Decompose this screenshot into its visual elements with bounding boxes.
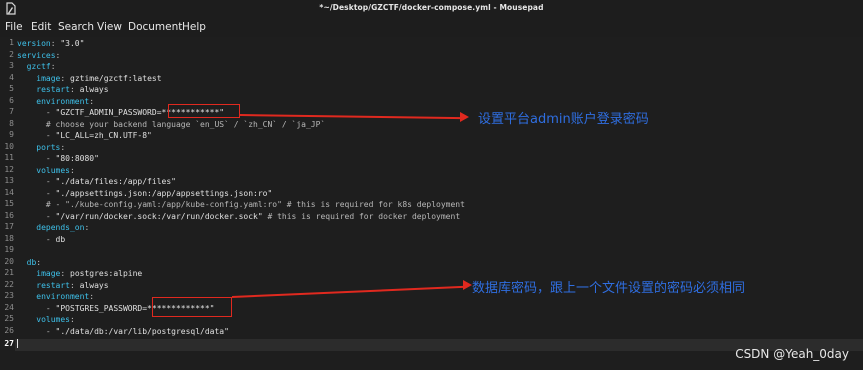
yaml-key: db [26, 257, 37, 267]
line-number: 4 [9, 72, 14, 82]
line-number: 22 [4, 279, 14, 289]
line-number: 17 [4, 222, 14, 231]
code-line: depends_on: [36, 223, 90, 232]
text-editor-area[interactable]: 1 2 3 4 5 6 7 8 9 10 11 12 13 14 15 16 1… [0, 37, 863, 370]
db-password-arrow-head-icon [463, 280, 472, 290]
yaml-value: "./data/files:/app/files" [55, 177, 176, 186]
line-number: 16 [4, 210, 14, 220]
code-line: # - "./kube-config.yaml:/app/kube-config… [17, 199, 465, 210]
window-title: *~/Desktop/GZCTF/docker-compose.yml - Mo… [319, 3, 544, 12]
line-number: 21 [4, 268, 14, 277]
yaml-value: always [79, 85, 109, 94]
menu-document[interactable]: Document [128, 21, 182, 33]
yaml-value: "/var/run/docker.sock:/var/run/docker.so… [55, 211, 263, 221]
code-line: - "./data/db:/var/lib/postgresql/data" [45, 326, 229, 336]
yaml-key: gzctf [26, 62, 51, 71]
line-number: 19 [4, 245, 14, 254]
code-line: db: [26, 257, 42, 267]
yaml-key: image [36, 269, 61, 278]
line-number: 13 [4, 176, 14, 185]
yaml-key: environment [36, 96, 90, 106]
admin-password-arrow-head-icon [460, 112, 469, 122]
line-number: 6 [9, 95, 14, 105]
text-cursor [17, 339, 18, 348]
code-line: restart: always [36, 280, 109, 290]
code-line: - "LC_ALL=zh_CN.UTF-8" [45, 131, 152, 140]
code-line: version: "3.0" [17, 39, 85, 48]
line-number: 26 [4, 325, 14, 335]
line-number: 24 [4, 302, 14, 312]
yaml-value: always [79, 280, 109, 290]
line-number: 23 [4, 291, 14, 300]
menu-view[interactable]: View [97, 21, 122, 33]
line-number: 5 [9, 84, 14, 93]
yaml-value: gztime/gzctf:latest [70, 73, 162, 83]
yaml-value: "LC_ALL=zh_CN.UTF-8" [55, 131, 152, 140]
yaml-key: restart [36, 280, 70, 290]
line-number: 3 [9, 61, 14, 70]
yaml-comment: # this is required for docker deployment [262, 211, 461, 221]
code-line: volumes: [36, 315, 75, 324]
line-number: 9 [9, 130, 14, 139]
line-number: 12 [4, 164, 14, 174]
yaml-value: "3.0" [60, 39, 85, 48]
line-number: 15 [4, 199, 14, 208]
yaml-key: ports [36, 142, 61, 152]
code-line: volumes: [36, 165, 75, 175]
yaml-key: services [17, 50, 56, 60]
admin-password-highlight-box [168, 104, 240, 118]
yaml-key: environment [36, 292, 90, 301]
yaml-value: postgres:alpine [70, 269, 143, 278]
code-line: - "/var/run/docker.sock:/var/run/docker.… [45, 211, 461, 221]
db-password-highlight-box [152, 297, 232, 317]
db-password-annotation: 数据库密码，跟上一个文件设置的密码必须相同 [472, 281, 746, 296]
yaml-value: "80:8080" [55, 154, 99, 163]
yaml-comment: # - "./kube-config.yaml:/app/kube-config… [45, 200, 465, 209]
yaml-key: volumes [36, 315, 70, 324]
menu-help[interactable]: Help [182, 21, 206, 33]
line-number: 8 [9, 118, 14, 128]
code-line: image: gztime/gzctf:latest [36, 73, 162, 83]
line-number: 1 [9, 38, 14, 47]
code-line: environment: [36, 292, 95, 301]
yaml-key: image [36, 73, 61, 83]
code-line: # choose your backend language `en_US` /… [17, 119, 325, 130]
menu-search[interactable]: Search [58, 21, 94, 33]
code-line: - db [45, 234, 66, 244]
line-number: 14 [4, 187, 14, 197]
yaml-value: db [55, 234, 66, 244]
code-line: image: postgres:alpine [36, 269, 143, 278]
line-number: 2 [9, 49, 14, 59]
code-line: - "./appsettings.json:/app/appsettings.j… [45, 188, 273, 198]
line-number: 11 [4, 153, 14, 162]
watermark: CSDN @Yeah_0day [735, 347, 849, 361]
menu-bar: File Edit Search View Document Help [0, 18, 863, 37]
code-line: restart: always [36, 85, 109, 94]
admin-password-annotation: 设置平台admin账户登录密码 [478, 112, 649, 127]
yaml-key: depends_on [36, 223, 85, 232]
menu-edit[interactable]: Edit [31, 21, 51, 33]
code-line: ports: [36, 142, 66, 152]
code-line: - "./data/files:/app/files" [45, 177, 176, 186]
code-line: gzctf: [26, 62, 56, 71]
yaml-value: "./data/db:/var/lib/postgresql/data" [55, 326, 229, 336]
line-number: 20 [4, 256, 14, 266]
code-line: environment: [36, 96, 95, 106]
yaml-key: volumes [36, 165, 70, 175]
code-line: - "80:8080" [45, 154, 99, 163]
code-line-current [17, 339, 18, 350]
code-line: services: [17, 50, 61, 60]
line-number-current: 27 [4, 339, 14, 348]
line-number: 25 [4, 314, 14, 323]
yaml-key: restart [36, 85, 70, 94]
yaml-comment: # choose your backend language `en_US` /… [45, 119, 326, 129]
menu-file[interactable]: File [5, 21, 23, 33]
title-bar: *~/Desktop/GZCTF/docker-compose.yml - Mo… [0, 0, 863, 18]
yaml-key: version [17, 39, 51, 48]
line-number: 18 [4, 233, 14, 243]
line-number: 7 [9, 107, 14, 116]
line-number: 10 [4, 141, 14, 151]
yaml-value: "./appsettings.json:/app/appsettings.jso… [55, 188, 273, 198]
